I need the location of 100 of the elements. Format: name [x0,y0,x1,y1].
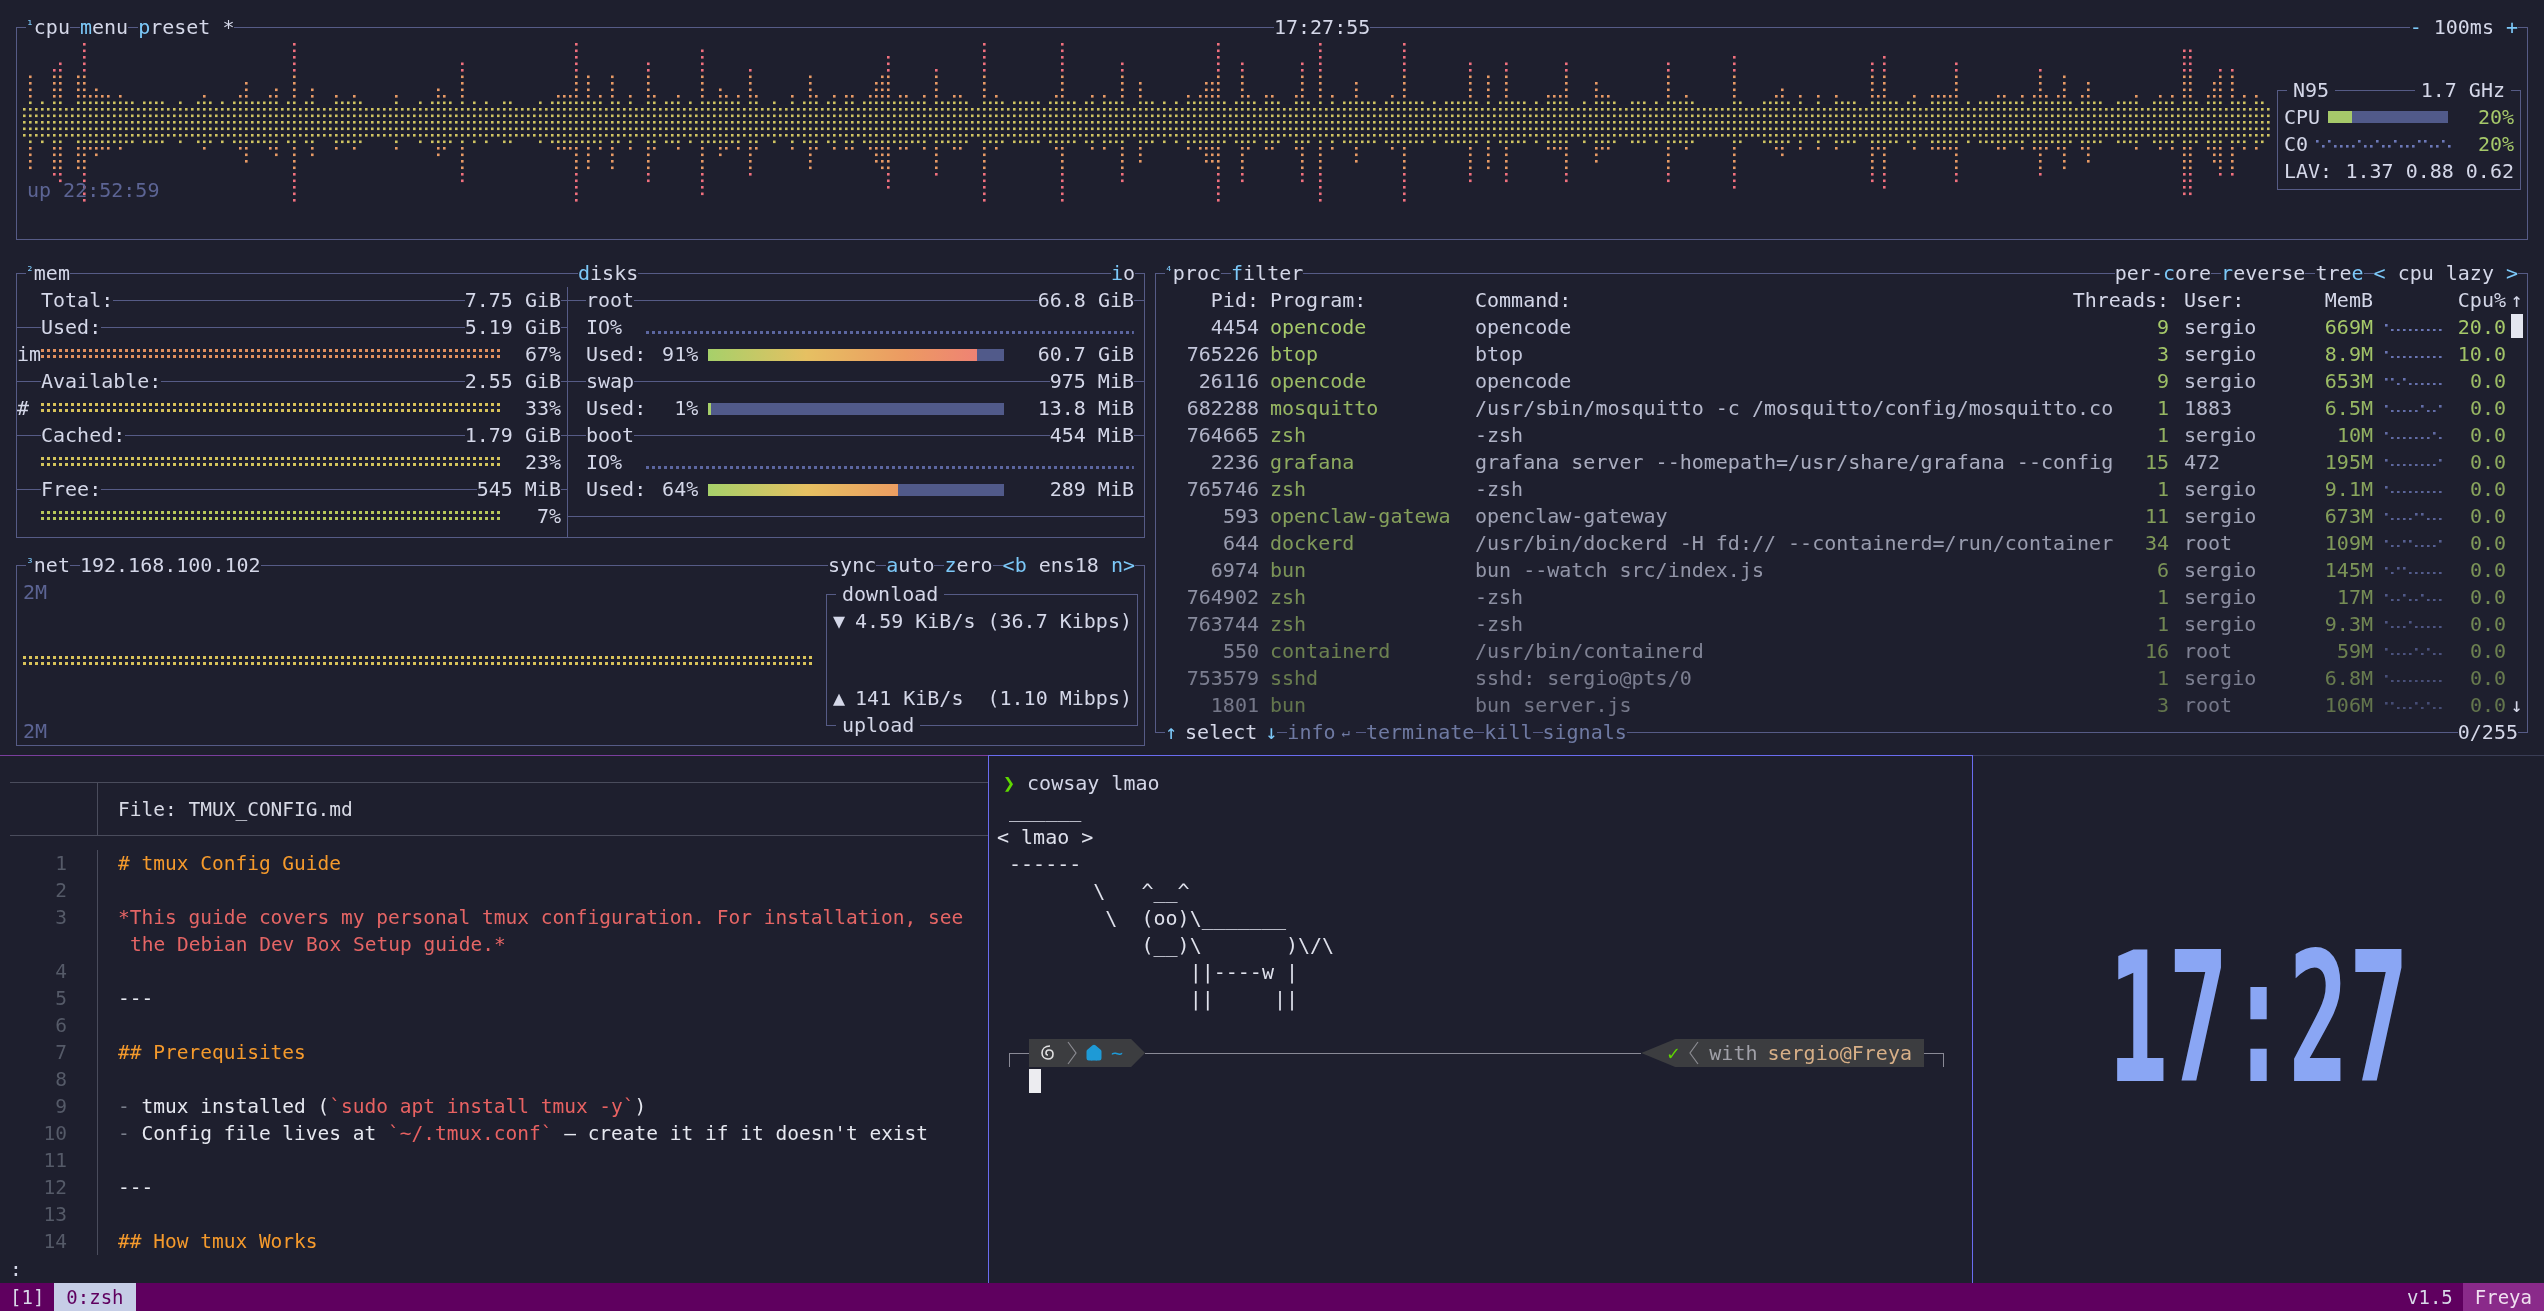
cpu-sparkline [2385,593,2442,602]
cpu-sparkline [2385,674,2442,683]
next-sort-button[interactable]: > [2505,260,2518,287]
table-cell: 1 [2156,423,2169,447]
table-cell: 9.3M [2324,612,2373,636]
memory-label: Used: [41,314,102,341]
text-cursor [1029,1069,1041,1093]
column-header: Threads: [2072,288,2169,312]
cpu-sparkline [2385,431,2442,440]
previous-interface-button[interactable]: <b [1002,552,1027,579]
decrease-interval-button[interactable]: - [2409,14,2422,41]
table-cell: 10M [2336,423,2373,447]
cpu-sparkline [2385,512,2442,521]
table-cell: /usr/sbin/mosquitto -c /mosquitto/config/mosquitto.co [1475,396,2114,420]
editor-line: # tmux Config Guide [117,851,342,877]
table-cell: /usr/bin/dockerd -H fd:// --containerd=/run/container [1475,531,2114,555]
table-cell: 1 [2156,612,2169,636]
table-cell: sergio [2184,423,2257,447]
line-number: 8 [55,1067,67,1093]
table-cell: sergio [2184,477,2257,501]
clock-time: 17:27:55 [1273,14,1371,41]
select-down-button[interactable]: ↓ [1265,719,1278,746]
table-cell: 764665 [1186,423,1259,447]
io-label: IO% [586,449,623,476]
action-button[interactable]: terminate [1365,719,1475,746]
load-average: 1.37 0.88 0.62 [2345,157,2514,185]
editor-line: the Debian Dev Box Setup guide.* [129,932,506,958]
table-cell: 472 [2184,450,2221,474]
cpu-sparkline [2385,323,2442,332]
panel-title: net [33,552,70,579]
table-cell: root [2184,531,2233,555]
disk-used: 13.8 MiB [1036,395,1134,422]
used-percent: 91% [661,341,699,368]
memory-label: Free: [41,476,102,503]
line-number: 10 [43,1121,67,1147]
cpu-sparkline [2385,566,2442,575]
line-number: 1 [55,851,67,877]
table-cell: openclaw-gateway [1475,504,1668,528]
cpu-sparkline [2385,701,2442,710]
table-cell: 682288 [1186,396,1259,420]
line-number: 11 [43,1148,67,1174]
download-arrow: ▼ [833,608,846,635]
proc-option-button[interactable]: tree [2315,260,2364,287]
previous-sort-button[interactable]: < [2373,260,2386,287]
memory-value: 545 MiB [476,476,561,503]
table-cell: 550 [1222,639,1259,663]
home-icon [1085,1044,1103,1062]
used-label: Used: [586,341,647,368]
table-cell: 669M [2324,315,2373,339]
scroll-down-arrow: ↓ [2510,692,2523,719]
table-cell: bun --watch src/index.js [1475,558,1764,582]
table-cell: 10.0 [2457,342,2506,366]
cpu-percent: 20% [2477,103,2514,131]
memory-label: Total: [41,287,114,314]
table-cell: 195M [2324,450,2373,474]
memory-percent: 23% [523,449,561,476]
line-number: 12 [43,1175,67,1201]
table-cell: opencode [1475,369,1572,393]
interface-name: ens18 [1037,552,1100,579]
table-cell: sergio [2184,585,2257,609]
window-tab[interactable]: 0:zsh [54,1283,136,1311]
preset-button[interactable]: preset * [138,14,235,41]
column-header: Command: [1475,288,1572,312]
memory-value: 5.19 GiB [464,314,561,341]
table-cell: 0.0 [2469,396,2506,420]
load-label: LAV: [2284,157,2333,185]
table-cell: sergio [2184,504,2257,528]
select-up-button[interactable]: ↑ [1165,719,1178,746]
action-button[interactable]: kill [1484,719,1533,746]
table-cell: 765746 [1186,477,1259,501]
io-button[interactable]: io [1110,260,1135,287]
column-header: Program: [1270,288,1367,312]
upload-label: upload [841,712,916,739]
table-cell: bun [1270,693,1307,717]
download-rate: 4.59 KiB/s (36.7 Kibps) [855,608,1132,635]
increase-interval-button[interactable]: + [2505,14,2518,41]
table-cell: 0.0 [2469,423,2506,447]
table-cell: containerd [1270,639,1391,663]
table-cell: 764902 [1186,585,1259,609]
net-option-button[interactable]: auto [886,552,935,579]
table-cell: 11 [2144,504,2169,528]
next-interface-button[interactable]: n> [1110,552,1135,579]
action-button[interactable]: signals [1542,719,1627,746]
disks-button[interactable]: disks [578,260,639,287]
filter-button[interactable]: filter [1231,260,1304,287]
table-cell: -zsh [1475,612,1524,636]
user-host: sergio@Freya [1767,1039,1912,1067]
editor-line: - tmux installed (`sudo apt install tmux -y`) [117,1094,647,1120]
column-header: MemB [2324,288,2373,312]
action-button[interactable]: info [1287,719,1336,746]
proc-option-button[interactable]: reverse [2221,260,2306,287]
proc-option-button[interactable]: per-core [2114,260,2212,287]
scrollbar-thumb[interactable] [2510,314,2523,338]
menu-button[interactable]: menu [79,14,129,41]
net-option-button[interactable]: zero [944,552,993,579]
net-option-button[interactable]: sync [828,552,877,579]
table-cell: sergio [2184,666,2257,690]
table-cell: sergio [2184,558,2257,582]
enter-key-hint: ↵ [1340,723,1351,742]
disk-name: swap [586,368,635,395]
